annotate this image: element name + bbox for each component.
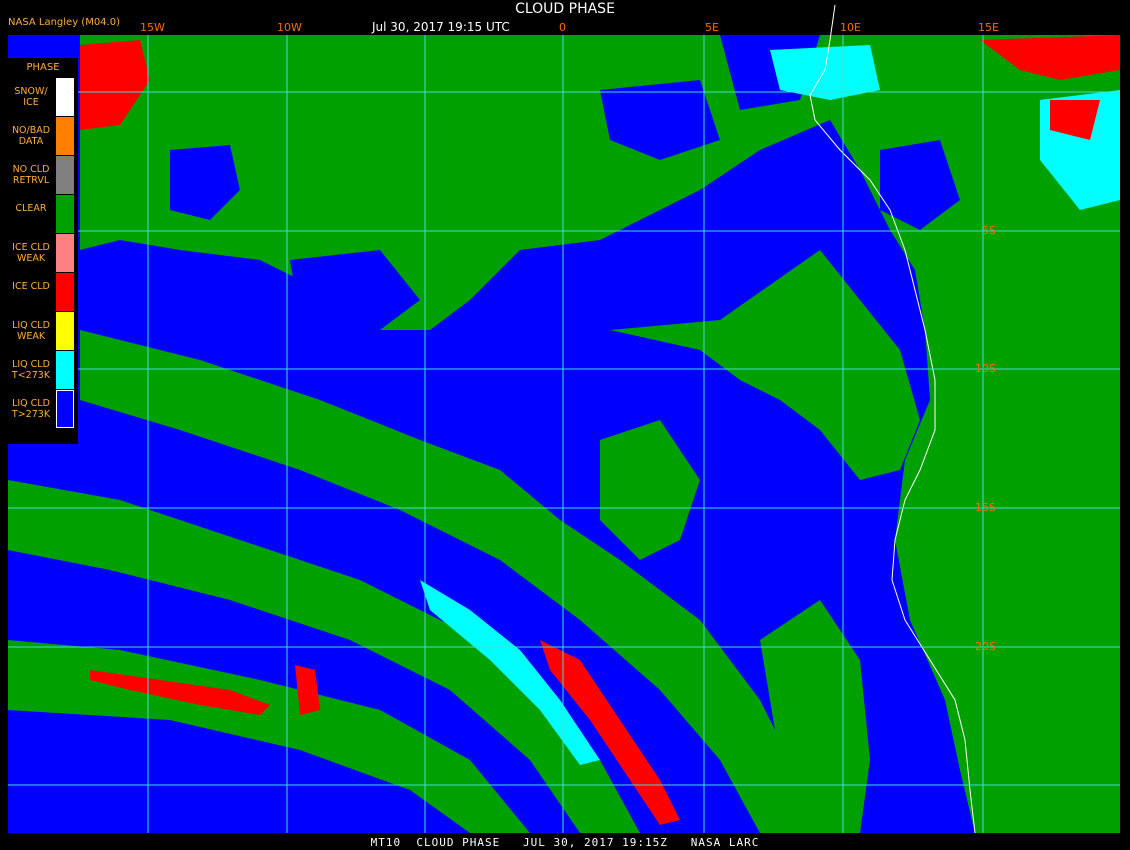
legend-item-ice-cld-weak: ICE CLD WEAK <box>8 234 78 272</box>
phase-legend: PHASE SNOW/ ICE NO/BAD DATA NO CLD RETRV… <box>8 58 78 444</box>
legend-item-liq-cld-warm: LIQ CLD T>273K <box>8 390 78 428</box>
legend-label: LIQ CLD WEAK <box>12 320 50 342</box>
legend-label: NO/BAD DATA <box>11 125 51 147</box>
chart-title: CLOUD PHASE <box>515 1 615 17</box>
footer-caption: MT10 CLOUD PHASE JUL 30, 2017 19:15Z NAS… <box>370 836 760 849</box>
lat-label-5s: 5S <box>982 224 996 237</box>
lon-label-15w: 15W <box>140 21 165 34</box>
lat-label-20s: 20S <box>975 640 996 653</box>
legend-swatch <box>56 273 74 311</box>
lon-label-10w: 10W <box>277 21 302 34</box>
lon-label-0: 0 <box>559 21 566 34</box>
timestamp: Jul 30, 2017 19:15 UTC <box>372 20 510 34</box>
lon-label-15e: 15E <box>978 21 999 34</box>
legend-item-clear: CLEAR <box>8 195 78 233</box>
legend-swatch <box>56 78 74 116</box>
legend-label: LIQ CLD T>273K <box>11 398 51 420</box>
lon-label-5e: 5E <box>705 21 719 34</box>
legend-label: ICE CLD WEAK <box>12 242 50 264</box>
legend-item-liq-cld-cold: LIQ CLD T<273K <box>8 351 78 389</box>
agency-label: NASA Langley (M04.0) <box>8 17 120 28</box>
legend-item-snow-ice: SNOW/ ICE <box>8 78 78 116</box>
legend-item-no-bad-data: NO/BAD DATA <box>8 117 78 155</box>
cloud-phase-map <box>8 4 1120 834</box>
legend-label: NO CLD RETRVL <box>12 164 50 186</box>
lon-label-10e: 10E <box>840 21 861 34</box>
lat-label-10s: 10S <box>975 362 996 375</box>
legend-swatch <box>56 234 74 272</box>
legend-swatch <box>56 351 74 389</box>
legend-label: ICE CLD <box>12 281 50 292</box>
satellite-image-frame: CLOUD PHASE Jul 30, 2017 19:15 UTC NASA … <box>0 0 1130 850</box>
legend-item-liq-cld-weak: LIQ CLD WEAK <box>8 312 78 350</box>
legend-item-ice-cld: ICE CLD <box>8 273 78 311</box>
legend-swatch <box>56 390 74 428</box>
legend-title: PHASE <box>26 62 60 73</box>
legend-label: SNOW/ ICE <box>14 86 48 108</box>
legend-swatch <box>56 312 74 350</box>
legend-swatch <box>56 156 74 194</box>
legend-label: LIQ CLD T<273K <box>11 359 51 381</box>
lat-label-15s: 15S <box>975 501 996 514</box>
legend-item-no-cld-retrvl: NO CLD RETRVL <box>8 156 78 194</box>
legend-label: CLEAR <box>15 203 47 214</box>
legend-swatch <box>56 117 74 155</box>
legend-swatch <box>56 195 74 233</box>
